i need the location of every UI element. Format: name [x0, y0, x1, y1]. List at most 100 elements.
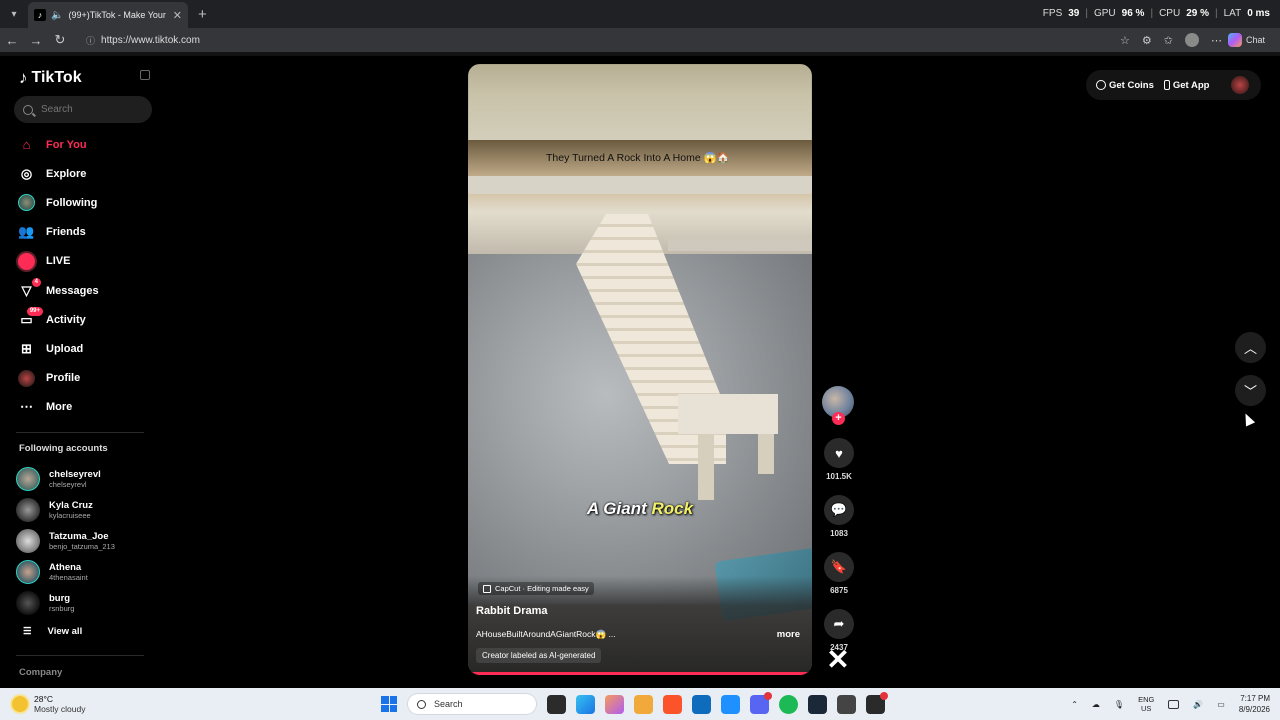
share-icon[interactable]: ➦	[824, 609, 854, 639]
notification-dot	[880, 691, 888, 700]
chat-app-icon[interactable]	[634, 694, 653, 714]
microphone-icon[interactable]: 🎙	[1114, 700, 1124, 709]
account-item[interactable]: Kyla Cruz kylacruiseee	[16, 494, 156, 525]
weather-sun-icon	[12, 696, 28, 712]
heart-icon[interactable]: ♥	[824, 438, 854, 468]
forward-arrow-icon[interactable]: →	[24, 33, 48, 48]
sidebar-item-label: For You	[46, 138, 87, 151]
sidebar-item-upload[interactable]: ⊞ Upload	[0, 334, 160, 363]
taskbar-apps: Search	[381, 691, 888, 716]
video-player[interactable]: They Turned A Rock Into A Home 😱🏠 A Gian…	[468, 64, 812, 675]
sidebar-item-explore[interactable]: ◎ Explore	[0, 159, 160, 188]
recording-app-icon[interactable]	[866, 691, 888, 714]
video-pillar	[698, 434, 714, 500]
user-avatar[interactable]	[1231, 76, 1250, 94]
sidebar-item-activity[interactable]: ▭ 99+ Activity	[0, 305, 160, 334]
company-link[interactable]: Company	[19, 667, 62, 678]
taskbar-search[interactable]: Search	[407, 693, 537, 715]
sidebar-item-more[interactable]: ⋯ More	[0, 393, 160, 422]
sidebar-item-friends[interactable]: 👥 Friends	[0, 218, 160, 247]
avatar	[16, 559, 40, 584]
chat-button[interactable]: Chat	[1227, 33, 1265, 47]
clock-date: 8/9/2026	[1238, 705, 1270, 714]
copilot-app-icon[interactable]	[605, 694, 624, 714]
notification-dot	[764, 691, 772, 700]
address-bar[interactable]: ⓘ https://www.tiktok.com	[78, 31, 1110, 49]
tab-list-chevron-icon[interactable]: ▾	[4, 4, 24, 24]
mail-icon[interactable]	[721, 694, 740, 714]
video-author[interactable]: Rabbit Drama	[476, 605, 548, 617]
get-coins-button[interactable]: Get Coins	[1096, 80, 1154, 91]
follow-plus-icon[interactable]: +	[832, 412, 845, 425]
following-accounts-title: Following accounts	[19, 443, 108, 454]
account-item[interactable]: burg rsnburg	[16, 587, 156, 618]
account-handle: chelseyrevl	[49, 479, 87, 489]
view-all-link[interactable]: ☰ View all	[16, 618, 156, 644]
account-handle: benjo_tatzuma_213	[49, 541, 115, 551]
cpu-value: 29 %	[1186, 8, 1209, 19]
tiktok-logo[interactable]: ♪ TikTok	[19, 68, 82, 88]
steam-icon[interactable]	[808, 694, 827, 714]
clock[interactable]: 7:17 PM 8/9/2026	[1239, 693, 1270, 715]
edge-icon[interactable]	[576, 694, 595, 714]
task-view-icon[interactable]	[547, 694, 566, 714]
sidebar-item-profile[interactable]: Profile	[0, 364, 160, 393]
browser-menu-icon[interactable]: ⋯	[1211, 34, 1222, 47]
sidebar-item-messages[interactable]: ▽ 4 Messages	[0, 276, 160, 305]
get-app-button[interactable]: Get App	[1163, 80, 1209, 91]
windows-start-icon[interactable]	[381, 696, 397, 712]
url-text: https://www.tiktok.com	[101, 34, 200, 46]
video-progress-bar[interactable]	[468, 672, 812, 675]
search-input[interactable]	[41, 104, 141, 115]
volume-icon[interactable]: 🔊	[1193, 700, 1203, 709]
avatar	[16, 590, 40, 615]
game-app-icon[interactable]	[837, 694, 856, 714]
sidebar-item-following[interactable]: Following	[0, 188, 160, 217]
more-button[interactable]: more	[777, 629, 800, 640]
collapse-sidebar-icon[interactable]	[140, 70, 150, 80]
more-icon: ⋯	[20, 399, 33, 415]
perf-separator: |	[1085, 8, 1088, 19]
account-item[interactable]: Athena 4thenasaint	[16, 556, 156, 587]
avatar	[16, 466, 40, 491]
language-indicator[interactable]: ENG US	[1138, 695, 1154, 713]
tab-close-icon[interactable]: ✕	[173, 9, 182, 22]
sidebar-item-live[interactable]: LIVE	[0, 247, 160, 276]
browser-tab[interactable]: ♪ 🔈 (99+)TikTok - Make Your Day ✕	[28, 2, 188, 28]
comment-icon[interactable]: 💬	[824, 495, 854, 525]
profile-avatar-icon	[18, 369, 35, 387]
capcut-tag[interactable]: CapCut · Editing made easy	[478, 582, 594, 595]
cloud-icon[interactable]: ☁	[1092, 700, 1100, 709]
site-info-icon[interactable]: ⓘ	[86, 34, 95, 47]
capcut-label: CapCut · Editing made easy	[495, 584, 589, 593]
spotify-icon[interactable]	[779, 694, 798, 714]
extension-icon[interactable]: ⚙	[1142, 34, 1152, 47]
previous-video-button[interactable]: ︿	[1235, 332, 1266, 363]
discord-icon[interactable]	[750, 691, 772, 714]
capcut-icon	[483, 584, 491, 593]
browser-profile-avatar[interactable]	[1184, 33, 1199, 47]
store-icon[interactable]	[692, 694, 711, 714]
new-tab-button[interactable]: +	[198, 6, 207, 23]
favorites-icon[interactable]: ✩	[1164, 34, 1173, 47]
reload-icon[interactable]: ↻	[48, 32, 72, 48]
speaker-icon[interactable]: 🔈	[51, 10, 63, 21]
chevron-up-icon[interactable]: ⌃	[1071, 700, 1078, 709]
favorite-star-icon[interactable]: ☆	[1120, 34, 1130, 47]
brave-icon[interactable]	[663, 694, 682, 714]
bookmark-icon[interactable]: 🔖	[824, 552, 854, 582]
weather-widget[interactable]: 28°C Mostly cloudy	[12, 694, 86, 714]
back-arrow-icon[interactable]: ←	[0, 33, 24, 48]
network-icon[interactable]	[1168, 699, 1180, 709]
sidebar-search[interactable]	[14, 96, 152, 123]
sidebar-item-for-you[interactable]: ⌂ For You	[0, 130, 160, 159]
tiktok-favicon-icon: ♪	[34, 9, 46, 21]
next-video-button[interactable]: ﹀	[1235, 375, 1266, 406]
account-item[interactable]: chelseyrevl chelseyrevl	[16, 463, 156, 494]
copilot-icon	[1227, 33, 1242, 47]
home-icon: ⌂	[22, 137, 31, 153]
close-icon[interactable]: ✕	[825, 646, 851, 674]
creator-avatar[interactable]: +	[822, 386, 854, 425]
account-item[interactable]: Tatzuma_Joe benjo_tatzuma_213	[16, 525, 156, 556]
battery-icon[interactable]: ▭	[1217, 700, 1225, 709]
